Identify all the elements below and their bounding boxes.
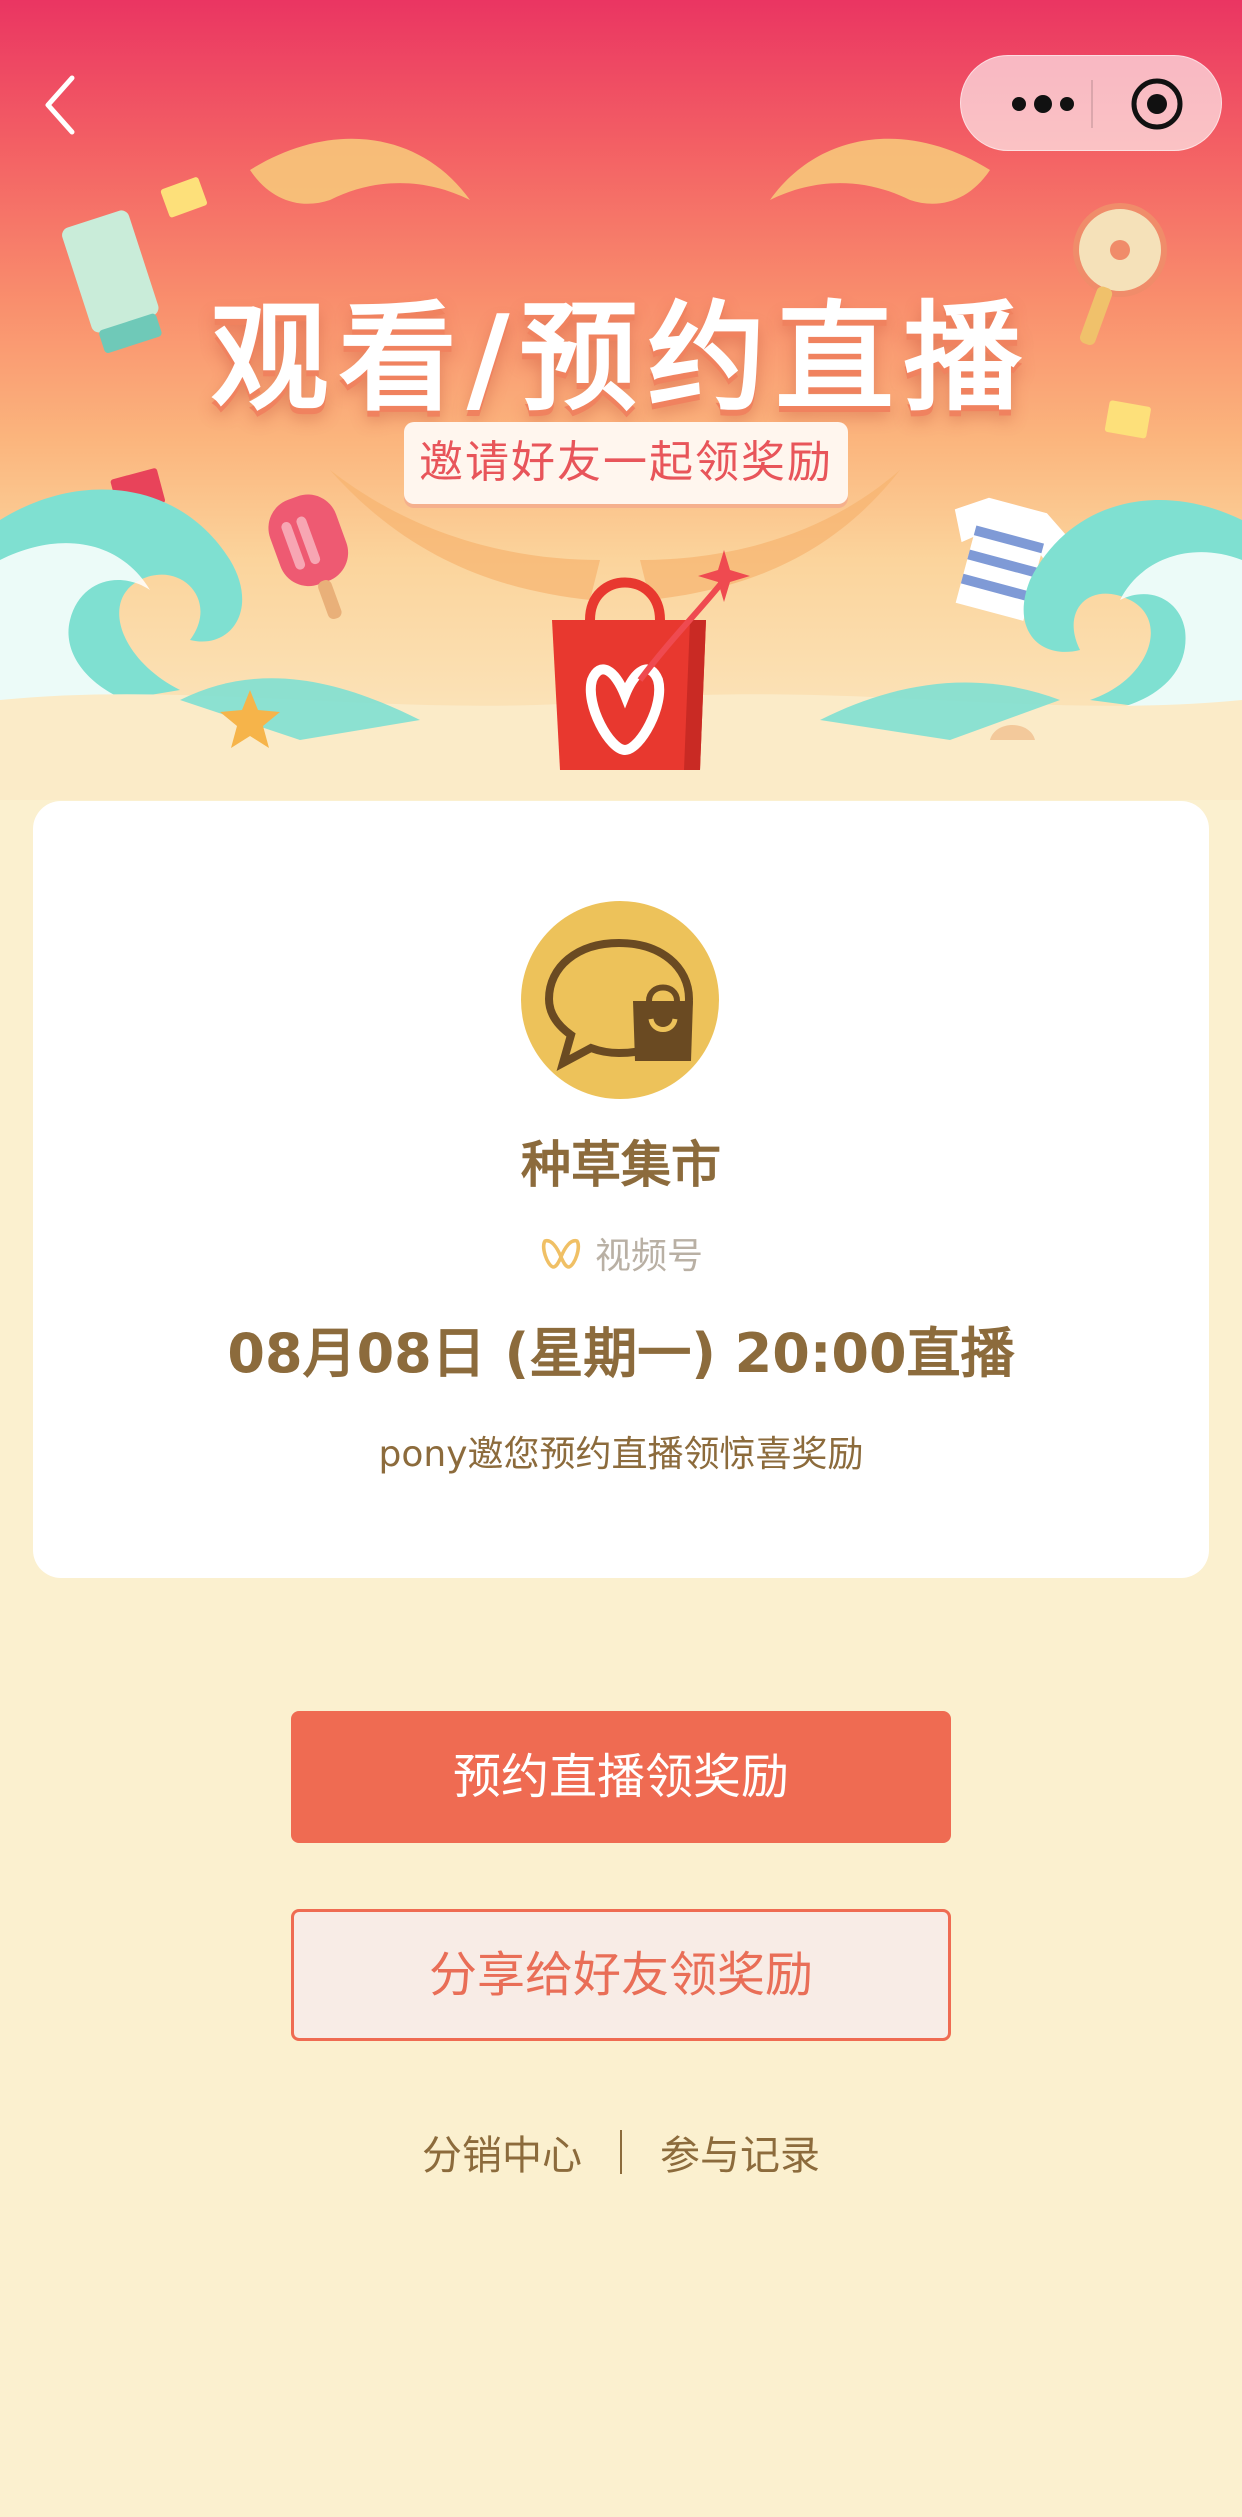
reserve-live-button[interactable]: 预约直播领奖励	[291, 1711, 951, 1843]
back-button[interactable]	[36, 70, 86, 140]
avatar	[521, 901, 719, 1099]
share-friends-button[interactable]: 分享给好友领奖励	[291, 1909, 951, 2041]
page: 观看/预约直播 邀请好友一起领奖励 种草集市 视频号 08月08日 (星期一) …	[0, 0, 1242, 2517]
footer-links: 分销中心 参与记录	[0, 2122, 1242, 2182]
footer-divider	[620, 2130, 622, 2174]
channel-tag: 视频号	[33, 1225, 1209, 1281]
mini-program-close-icon	[1131, 78, 1183, 130]
live-time: 08月08日 (星期一) 20:00直播	[227, 1322, 1015, 1385]
chat-bag-logo-icon	[544, 938, 694, 1071]
chevron-left-icon	[45, 75, 75, 135]
mini-program-capsule	[960, 55, 1222, 151]
invite-text: pony邀您预约直播领惊喜奖励	[378, 1434, 864, 1475]
more-dots-icon	[1012, 95, 1074, 113]
distribution-center-link[interactable]: 分销中心	[422, 2123, 582, 2181]
participation-records-link[interactable]: 参与记录	[660, 2123, 820, 2181]
shop-name: 种草集市	[521, 1136, 721, 1194]
channel-label: 视频号	[594, 1236, 703, 1277]
banner-subtitle: 邀请好友一起领奖励	[404, 422, 848, 504]
capsule-divider	[1091, 80, 1093, 128]
live-info-card: 种草集市 视频号 08月08日 (星期一) 20:00直播 pony邀您预约直播…	[33, 801, 1209, 1578]
banner-title: 观看/预约直播	[210, 289, 1032, 427]
more-button[interactable]	[999, 84, 1095, 124]
channels-icon	[541, 1238, 581, 1269]
close-mini-program-button[interactable]	[1129, 76, 1185, 132]
promo-banner: 观看/预约直播 邀请好友一起领奖励	[0, 0, 1242, 800]
